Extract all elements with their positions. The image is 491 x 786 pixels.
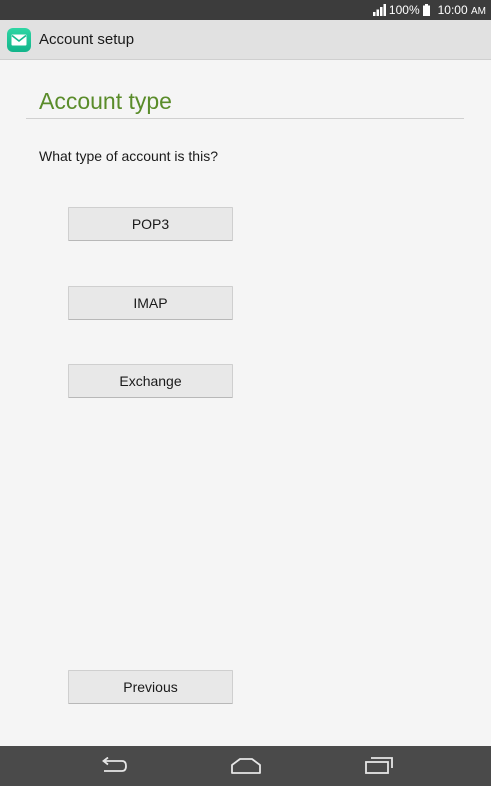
navigation-bar xyxy=(0,746,491,786)
previous-button[interactable]: Previous xyxy=(68,670,233,704)
clock: 10:00 AM xyxy=(438,3,486,17)
clock-period: AM xyxy=(471,6,486,17)
exchange-button[interactable]: Exchange xyxy=(68,364,233,398)
signal-icon xyxy=(372,4,386,16)
heading-divider xyxy=(26,118,464,119)
recents-icon[interactable] xyxy=(357,754,401,778)
page-title: Account type xyxy=(39,88,172,114)
status-indicators: 100% 10:00 AM xyxy=(372,0,486,20)
back-icon[interactable] xyxy=(91,754,135,778)
home-icon[interactable] xyxy=(224,754,268,778)
pop3-button[interactable]: POP3 xyxy=(68,207,233,241)
clock-time: 10:00 xyxy=(437,3,468,17)
battery-icon xyxy=(422,4,430,16)
battery-percent: 100% xyxy=(388,3,420,17)
email-app-icon[interactable] xyxy=(7,28,31,52)
status-bar: 100% 10:00 AM xyxy=(0,0,491,20)
action-bar: Account setup xyxy=(0,20,491,60)
account-type-question: What type of account is this? xyxy=(39,148,218,164)
imap-button[interactable]: IMAP xyxy=(68,286,233,320)
action-bar-title: Account setup xyxy=(39,31,135,48)
